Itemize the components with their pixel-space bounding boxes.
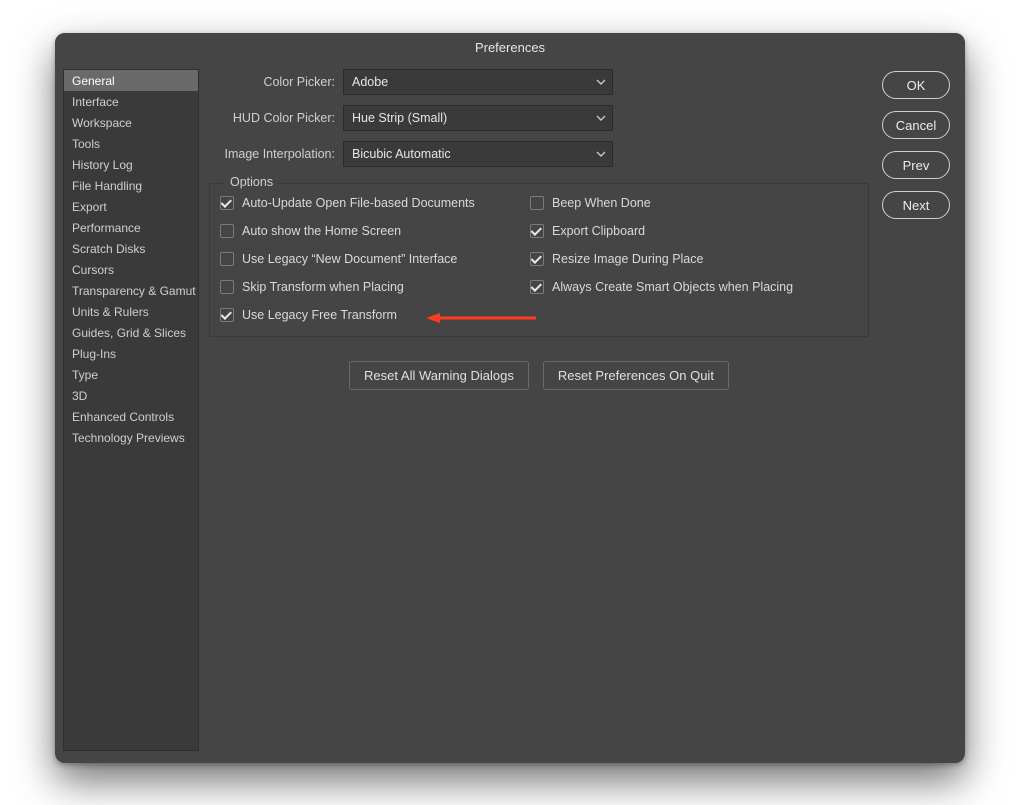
checkbox-export-clipboard[interactable]: Export Clipboard [530,224,858,238]
chevron-down-icon [596,79,606,85]
checkbox-auto-update-documents[interactable]: Auto-Update Open File-based Documents [220,196,520,210]
sidebar-item-enhanced-controls[interactable]: Enhanced Controls [64,406,198,427]
checkbox-icon [530,196,544,210]
checkbox-label: Beep When Done [552,196,651,210]
checkbox-label: Auto show the Home Screen [242,224,401,238]
options-fieldset: Options Auto-Update Open File-based Docu… [209,183,869,337]
checkbox-icon [220,224,234,238]
chevron-down-icon [596,115,606,121]
checkbox-label: Use Legacy Free Transform [242,308,397,322]
annotation-arrow-icon [426,311,536,325]
checkbox-label: Auto-Update Open File-based Documents [242,196,475,210]
sidebar-item-transparency-gamut[interactable]: Transparency & Gamut [64,280,198,301]
checkbox-auto-show-home[interactable]: Auto show the Home Screen [220,224,520,238]
sidebar-item-interface[interactable]: Interface [64,91,198,112]
window-title: Preferences [475,40,545,55]
sidebar-item-performance[interactable]: Performance [64,217,198,238]
checkbox-always-create-smart-objects[interactable]: Always Create Smart Objects when Placing [530,280,858,294]
cancel-button[interactable]: Cancel [882,111,950,139]
sidebar-item-guides-grid-slices[interactable]: Guides, Grid & Slices [64,322,198,343]
main-panel: Color Picker: Adobe HUD Color Picker: Hu… [209,69,869,751]
bottom-buttons: Reset All Warning Dialogs Reset Preferen… [209,361,869,390]
reset-warning-dialogs-button[interactable]: Reset All Warning Dialogs [349,361,529,390]
sidebar-item-workspace[interactable]: Workspace [64,112,198,133]
dropdown-value: Hue Strip (Small) [352,111,447,125]
label-color-picker: Color Picker: [209,75,335,89]
checkbox-label: Skip Transform when Placing [242,280,404,294]
options-legend: Options [224,175,279,189]
dropdown-image-interpolation[interactable]: Bicubic Automatic [343,141,613,167]
sidebar-item-export[interactable]: Export [64,196,198,217]
label-image-interpolation: Image Interpolation: [209,147,335,161]
sidebar-item-type[interactable]: Type [64,364,198,385]
sidebar-item-3d[interactable]: 3D [64,385,198,406]
checkbox-icon [220,252,234,266]
checkbox-label: Use Legacy “New Document” Interface [242,252,457,266]
dropdown-value: Bicubic Automatic [352,147,451,161]
empty-cell [530,308,858,322]
titlebar: Preferences [55,33,965,61]
checkbox-label: Resize Image During Place [552,252,703,266]
row-hud-color-picker: HUD Color Picker: Hue Strip (Small) [209,105,869,131]
dropdown-color-picker[interactable]: Adobe [343,69,613,95]
checkbox-icon [220,196,234,210]
checkbox-icon [530,224,544,238]
sidebar-item-general[interactable]: General [64,70,198,91]
checkbox-icon [220,308,234,322]
label-hud-color-picker: HUD Color Picker: [209,111,335,125]
checkbox-skip-transform-when-placing[interactable]: Skip Transform when Placing [220,280,520,294]
checkbox-beep-when-done[interactable]: Beep When Done [530,196,858,210]
checkbox-label: Always Create Smart Objects when Placing [552,280,793,294]
window-body: General Interface Workspace Tools Histor… [55,61,965,763]
sidebar-item-scratch-disks[interactable]: Scratch Disks [64,238,198,259]
ok-button[interactable]: OK [882,71,950,99]
next-button[interactable]: Next [882,191,950,219]
sidebar-item-plug-ins[interactable]: Plug-Ins [64,343,198,364]
sidebar-item-file-handling[interactable]: File Handling [64,175,198,196]
preferences-window: Preferences General Interface Workspace … [55,33,965,763]
dropdown-value: Adobe [352,75,388,89]
sidebar-item-history-log[interactable]: History Log [64,154,198,175]
checkbox-resize-image-during-place[interactable]: Resize Image During Place [530,252,858,266]
sidebar-item-tools[interactable]: Tools [64,133,198,154]
row-color-picker: Color Picker: Adobe [209,69,869,95]
sidebar-item-technology-previews[interactable]: Technology Previews [64,427,198,448]
row-image-interpolation: Image Interpolation: Bicubic Automatic [209,141,869,167]
checkbox-icon [530,252,544,266]
sidebar-item-units-rulers[interactable]: Units & Rulers [64,301,198,322]
dropdown-hud-color-picker[interactable]: Hue Strip (Small) [343,105,613,131]
chevron-down-icon [596,151,606,157]
right-buttons: OK Cancel Prev Next [879,69,953,751]
checkbox-label: Export Clipboard [552,224,645,238]
options-grid: Auto-Update Open File-based Documents Be… [220,196,858,322]
reset-preferences-on-quit-button[interactable]: Reset Preferences On Quit [543,361,729,390]
checkbox-icon [220,280,234,294]
sidebar-item-cursors[interactable]: Cursors [64,259,198,280]
checkbox-use-legacy-free-transform[interactable]: Use Legacy Free Transform [220,308,520,322]
prev-button[interactable]: Prev [882,151,950,179]
sidebar: General Interface Workspace Tools Histor… [63,69,199,751]
checkbox-legacy-new-document[interactable]: Use Legacy “New Document” Interface [220,252,520,266]
checkbox-icon [530,280,544,294]
